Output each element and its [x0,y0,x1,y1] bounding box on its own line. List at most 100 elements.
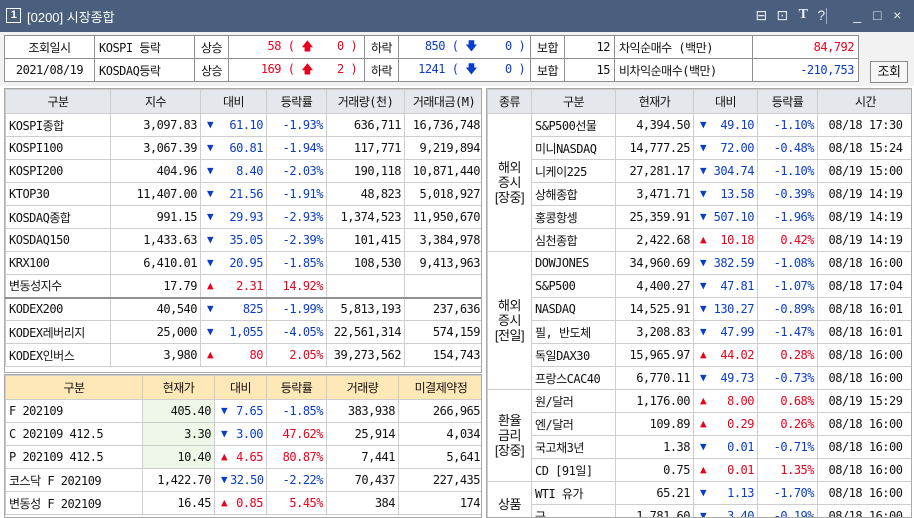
table-row[interactable]: 금 1,781.60 ▼ 3.40 -0.19% 08/18 16:00 [488,504,911,518]
table-row[interactable]: 홍콩항셍 25,359.91 ▼ 507.10 -1.96% 08/19 14:19 [488,205,911,229]
table-row[interactable]: 엔/달러 109.89 ▲ 0.29 0.26% 08/18 16:00 [488,412,911,436]
table-row[interactable]: 변동성 F 202109 16.45 ▲ 0.85 5.45% 384 174 [5,491,481,515]
market-name: S&P500선물 [531,113,616,137]
table-row[interactable]: KOSPI100 3,067.39 ▼ 60.81 -1.94% 117,771 9,219… [5,136,481,160]
table-row[interactable]: C 202109 412.5 3.30 ▼ 3.00 47.62% 25,914 4,034 [5,422,481,446]
current-price: 4,400.27 [615,274,694,298]
table-row[interactable]: KOSPI종합 3,097.83 ▼ 61.10 -1.93% 636,711 16,736… [5,113,481,137]
rise-cell: 169 ( 🡅 2 ) [228,58,365,82]
col-header[interactable]: 구분 [531,89,616,114]
table-row[interactable]: 필, 반도체 3,208.83 ▼ 47.99 -1.47% 08/18 16:01 [488,320,911,344]
col-header[interactable]: 종류 [487,89,532,114]
pin-icon[interactable]: ⊡ [773,6,791,24]
table-row[interactable]: 환율 금리 [장중] 원/달러 1,176.00 ▲ 8.00 0.68% 08/19 15:2… [487,389,911,482]
col-header[interactable]: 시간 [817,89,911,114]
current-price: 1,781.60 [615,504,694,517]
col-header[interactable]: 지수 [110,89,201,114]
change-rate: -0.19% [757,504,818,517]
change-value: 72.00 [720,141,754,155]
table-row[interactable]: 상품 WTI 유가 65.21 ▼ 1.13 -1.70% 08/18 16:00 [487,481,911,517]
market-name: 니케이225 [531,159,616,183]
volume: 636,711 [326,113,405,137]
table-row[interactable]: 프랑스CAC40 6,770.11 ▼ 49.73 -0.73% 08/18 16:00 [488,366,911,390]
table-row[interactable]: KODEX레버리지 25,000 ▼ 1,055 -4.05% 22,561,314 574… [5,320,481,344]
current-price: 25,359.91 [615,205,694,229]
col-header[interactable]: 거래량 [326,375,399,400]
table-row[interactable]: KODEX인버스 3,980 ▲ 80 2.05% 39,273,562 154,743 [5,343,481,367]
index-value: 3,097.83 [110,113,201,137]
table-row[interactable]: F 202109 405.40 ▼ 7.65 -1.85% 383,938 266,965 [5,399,481,423]
table-row[interactable]: 상해종합 3,471.71 ▼ 13.58 -0.39% 08/19 14:19 [488,182,911,206]
current-price: 14,777.25 [615,136,694,160]
table-row[interactable]: 해외 증시 [장중] S&P500선물 4,394.50 ▼ 49.10 -1.10% 08/1… [487,113,911,252]
index-name: KOSDAQ등락 [94,58,195,82]
col-header[interactable]: 거래대금(M) [404,89,481,114]
table-row[interactable]: KRX100 6,410.01 ▼ 20.95 -1.85% 108,530 9,413,9… [5,251,481,275]
index-name: KODEX레버리지 [5,320,111,344]
change-cell: ▼ 1.13 [693,481,758,505]
change-rate: -0.89% [757,297,818,321]
quote-time: 08/19 14:19 [817,228,911,252]
table-row[interactable]: 해외 증시 [전일] DOWJONES 34,960.69 ▼ 382.59 -1.08% 08… [487,251,911,390]
table-row[interactable]: 독일DAX30 15,965.97 ▲ 44.02 0.28% 08/18 16:00 [488,343,911,367]
table-row[interactable]: S&P500 4,400.27 ▼ 47.81 -1.07% 08/18 17:04 [488,274,911,298]
arrow-down-icon: ▼ [699,302,707,315]
lower-limit-arrow-icon: 🡇 [465,38,478,53]
restore-icon[interactable]: ⊟ [752,6,770,24]
change-value: 4.65 [236,450,263,464]
arrow-up-icon: ▲ [699,233,707,246]
change-rate: -1.96% [757,205,818,229]
col-header[interactable]: 현재가 [615,89,694,114]
col-header[interactable]: 대비 [214,375,267,400]
table-row[interactable]: 니케이225 27,281.17 ▼ 304.74 -1.10% 08/19 15:00 [488,159,911,183]
change-value: 825 [242,302,264,317]
fall-count: 850 [424,38,446,53]
close-icon[interactable]: × [888,6,906,24]
flat-label: 보합 [530,35,565,59]
help-icon[interactable]: ? [812,6,830,24]
table-row[interactable]: KODEX200 40,540 ▼ 825 -1.99% 5,813,193 237,636 [5,297,481,321]
arrow-down-icon: ▼ [206,187,214,200]
trade-amount: 3,384,978 [404,228,481,252]
change-value: 49.73 [720,371,754,385]
minimize-icon[interactable]: _ [848,6,866,24]
table-row[interactable]: 미니NASDAQ 14,777.25 ▼ 72.00 -0.48% 08/18 15:24 [488,136,911,160]
col-header[interactable]: 등락률 [266,375,327,400]
table-row[interactable]: 코스닥 F 202109 1,422.70 ▼ 32.50 -2.22% 70,437 22… [5,468,481,492]
change-value: 3.40 [727,509,754,518]
arrow-up-icon: ▲ [206,348,214,361]
table-row[interactable]: 심천종합 2,422.68 ▲ 10.18 0.42% 08/19 14:19 [488,228,911,252]
change-value: 21.56 [229,187,263,201]
maximize-icon[interactable]: □ [868,6,886,24]
table-row[interactable]: KOSDAQ종합 991.15 ▼ 29.93 -2.93% 1,374,523 11,95… [5,205,481,229]
col-header[interactable]: 미결제약정 [398,375,481,400]
table-row[interactable]: 국고채3년 1.38 ▼ 0.01 -0.71% 08/18 16:00 [488,435,911,459]
table-row[interactable]: 변동성지수 17.79 ▲ 2.31 14.92% [5,274,481,298]
arrow-up-icon: ▲ [220,496,228,509]
table-row[interactable]: KOSPI200 404.96 ▼ 8.40 -2.03% 190,118 10,871,4… [5,159,481,183]
col-header[interactable]: 대비 [200,89,267,114]
col-header[interactable]: 구분 [5,89,111,114]
current-price: 14,525.91 [615,297,694,321]
arrow-down-icon: ▼ [699,256,707,269]
col-header[interactable]: 대비 [693,89,758,114]
font-size-icon[interactable]: T [794,6,812,24]
change-cell: ▼ 21.56 [200,182,267,206]
volume: 384 [326,491,399,515]
table-row[interactable]: KOSDAQ150 1,433.63 ▼ 35.05 -2.39% 101,415 3,38… [5,228,481,252]
change-cell: ▼ 130.27 [693,297,758,321]
table-row[interactable]: NASDAQ 14,525.91 ▼ 130.27 -0.89% 08/18 16:01 [488,297,911,321]
table-row[interactable]: P 202109 412.5 10.40 ▲ 4.65 80.87% 7,441 5,641 [5,445,481,469]
table-row[interactable]: KTOP30 11,407.00 ▼ 21.56 -1.91% 48,823 5,018,9… [5,182,481,206]
change-rate: -1.94% [266,136,327,160]
col-header[interactable]: 거래량(천) [326,89,405,114]
col-header[interactable]: 등락률 [266,89,327,114]
table-row[interactable]: CD [91일] 0.75 ▲ 0.01 1.35% 08/18 16:00 [488,458,911,482]
change-cell: ▼ 49.10 [693,113,758,137]
query-button[interactable]: 조회 [870,61,908,83]
col-header[interactable]: 현재가 [142,375,215,400]
col-header[interactable]: 등락률 [757,89,818,114]
col-header[interactable]: 구분 [5,375,143,400]
quote-time: 08/18 16:00 [817,458,911,482]
breadth-table: 조회일시 KOSPI 등락 상승 58 ( 🡅 0 ) 하락 850 ( 🡇 0… [4,35,859,82]
